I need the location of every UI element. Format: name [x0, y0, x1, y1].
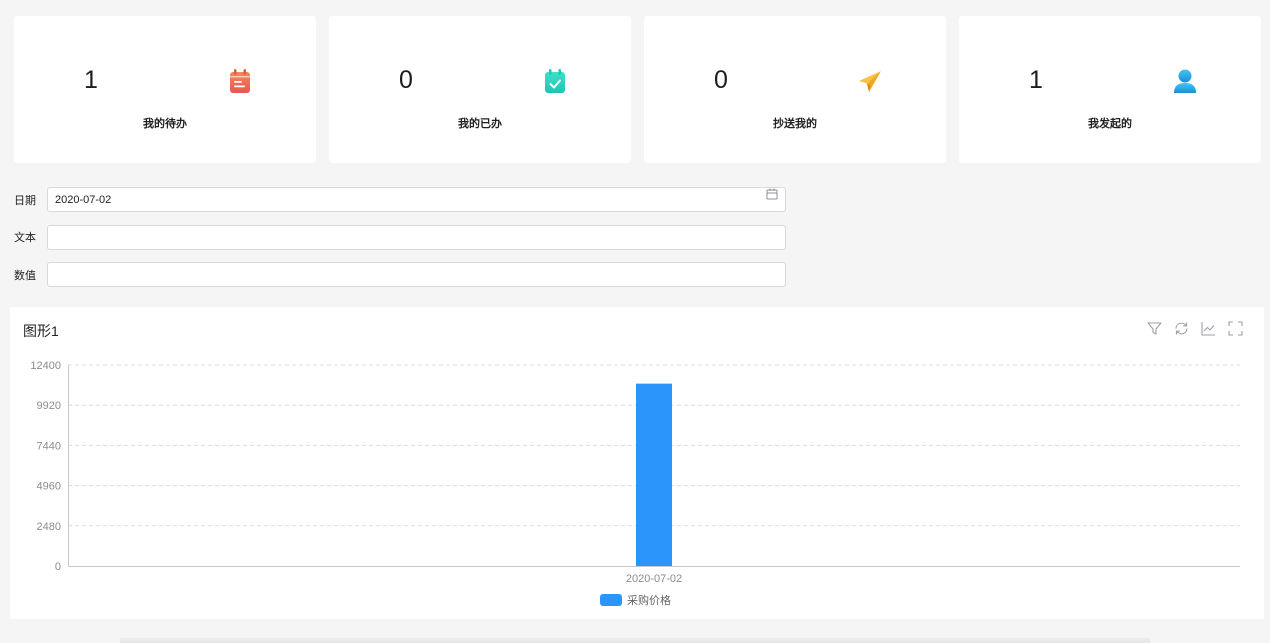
fullscreen-icon[interactable]	[1227, 320, 1244, 337]
stat-card-todo[interactable]: 1 我的待办	[14, 16, 316, 163]
y-tick-label: 0	[55, 561, 61, 573]
text-input[interactable]	[47, 224, 786, 250]
number-input[interactable]	[47, 262, 786, 287]
refresh-icon[interactable]	[1173, 320, 1190, 337]
stats-row: 1 我的待办 0 我的已办 0 抄送我的 1 我发起的	[14, 16, 1261, 163]
stat-label: 我发起的	[1088, 118, 1132, 130]
chart-toolbar	[1146, 320, 1244, 337]
form-row-text: 文本	[14, 224, 786, 250]
text-label: 文本	[14, 232, 36, 244]
y-tick-label: 9920	[37, 400, 61, 412]
stat-value: 1	[84, 66, 98, 94]
y-tick-label: 12400	[30, 360, 61, 372]
calendar-icon[interactable]	[766, 188, 778, 200]
chart-panel: 0 2480 4960 7440 9920 12400 2020-07-02 采购价格 图形1	[10, 307, 1264, 619]
bottom-divider	[120, 638, 1150, 643]
stat-card-done[interactable]: 0 我的已办	[329, 16, 631, 163]
y-tick-label: 4960	[37, 481, 61, 493]
form-row-date: 日期	[14, 187, 786, 212]
stat-card-initiated[interactable]: 1 我发起的	[959, 16, 1261, 163]
stat-label: 我的待办	[143, 118, 187, 130]
stat-value: 0	[399, 66, 413, 94]
date-label: 日期	[14, 194, 36, 207]
form-row-number: 数值	[14, 262, 786, 287]
bar	[636, 383, 672, 566]
date-input[interactable]	[47, 187, 786, 212]
stat-label: 我的已办	[458, 118, 502, 130]
stat-value: 0	[714, 66, 728, 94]
legend-swatch	[600, 594, 622, 606]
stat-card-cc[interactable]: 0 抄送我的	[644, 16, 946, 163]
paper-plane-icon	[859, 71, 881, 92]
filter-form: 日期 文本 数值	[14, 187, 786, 300]
calendar-check-icon	[545, 69, 565, 93]
stat-label: 抄送我的	[773, 118, 817, 130]
chart-title: 图形1	[23, 323, 59, 339]
user-icon	[1174, 69, 1196, 93]
bar-chart: 0 2480 4960 7440 9920 12400 2020-07-02 采购价格	[30, 360, 1240, 607]
line-chart-icon[interactable]	[1200, 320, 1217, 337]
y-tick-label: 7440	[37, 440, 61, 452]
filter-icon[interactable]	[1146, 320, 1163, 337]
stat-value: 1	[1029, 66, 1043, 94]
calendar-icon	[230, 69, 250, 93]
legend-label: 采购价格	[627, 593, 671, 607]
y-tick-label: 2480	[37, 521, 61, 533]
x-tick-label: 2020-07-02	[626, 573, 682, 585]
number-label: 数值	[14, 269, 36, 282]
